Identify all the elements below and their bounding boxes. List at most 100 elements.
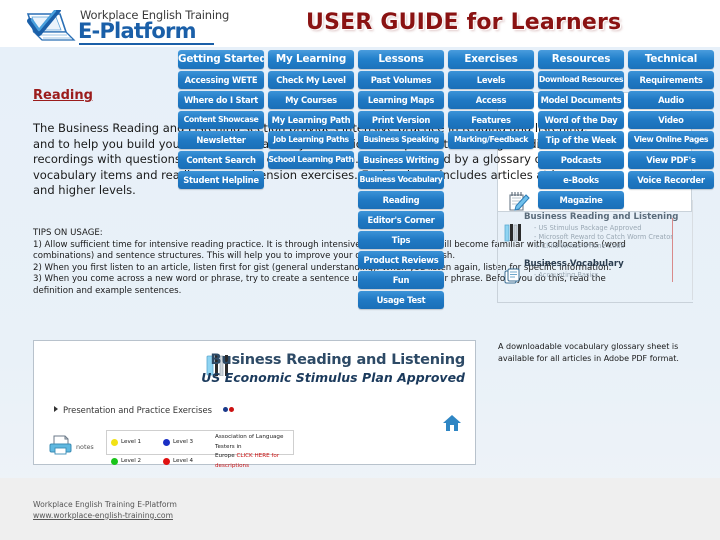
panel-list-item[interactable]: + Child Writes iPhone Code [534, 242, 692, 251]
page-footer: Workplace English Training E-Platform ww… [33, 500, 177, 521]
menu-item-my-courses[interactable]: My Courses [268, 91, 354, 109]
legend-swatch-green [111, 458, 118, 466]
menu-item-newsletter[interactable]: Newsletter [178, 131, 264, 149]
menu-item-audio[interactable]: Audio [628, 91, 714, 109]
logo-line2: E-Platform [78, 19, 196, 43]
menu-item-podcasts[interactable]: Podcasts [538, 151, 624, 169]
legend-swatch-red [163, 458, 170, 466]
legend-level-2: Level 2 [111, 452, 163, 471]
legend-swatch-blue [163, 439, 170, 447]
panel-list-item[interactable]: - Microsoft Reward to Catch Worm Creator [534, 233, 692, 242]
menu-item-access[interactable]: Access [448, 91, 534, 109]
menu-heading-exercises[interactable]: Exercises [448, 50, 534, 69]
books-icon [504, 222, 522, 249]
menu-item-student-helpline[interactable]: Student Helpline [178, 171, 264, 189]
presentation-exercises-link[interactable]: Presentation and Practice Exercises [54, 404, 235, 415]
legend-note-pre: Europe [215, 453, 237, 460]
documents-icon [504, 267, 522, 290]
menu-item-business-vocabulary[interactable]: Business Vocabulary [358, 171, 444, 189]
home-icon[interactable] [441, 413, 463, 438]
level-dot-blue [222, 407, 228, 412]
section-heading-reading: Reading [33, 88, 93, 103]
menu-column-exercises: Exercises Levels Access Features Marking… [448, 50, 534, 151]
legend-label: Level 2 [121, 457, 142, 464]
expand-triangle-icon [54, 406, 58, 412]
menu-item-my-learning-path[interactable]: My Learning Path [268, 111, 354, 129]
panel-section-title-1: Business Reading and Listening [524, 212, 679, 222]
screenshot-title: Business Reading and Listening [210, 352, 466, 368]
menu-item-accessing-wete[interactable]: Accessing WETE [178, 71, 264, 89]
legend-grid: Level 1 Level 3 Association of Language … [111, 433, 289, 471]
menu-item-tip-of-the-week[interactable]: Tip of the Week [538, 131, 624, 149]
logo-underline [79, 43, 214, 45]
menu-item-requirements[interactable]: Requirements [628, 71, 714, 89]
laptop-checkmark-logo-icon [22, 7, 80, 51]
menu-item-magazine[interactable]: Magazine [538, 191, 624, 209]
page-title: USER GUIDE for Learners [306, 10, 622, 35]
legend-level-1: Level 1 [111, 433, 163, 452]
menu-heading-technical[interactable]: Technical [628, 50, 714, 69]
menu-item-view-pdfs[interactable]: View PDF's [628, 151, 714, 169]
legend-level-4: Level 4 [163, 452, 215, 471]
notes-label: notes [76, 443, 94, 451]
legend-label: Level 1 [121, 438, 142, 445]
menu-item-features[interactable]: Features [448, 111, 534, 129]
menu-item-past-volumes[interactable]: Past Volumes [358, 71, 444, 89]
menu-item-editors-corner[interactable]: Editor's Corner [358, 211, 444, 229]
printer-icon[interactable] [48, 434, 74, 461]
menu-item-product-reviews[interactable]: Product Reviews [358, 251, 444, 269]
menu-item-business-speaking[interactable]: Business Speaking [358, 131, 444, 149]
panel-section-title-2: Business Vocabulary [524, 259, 624, 269]
menu-item-voice-recorder[interactable]: Voice Recorder [628, 171, 714, 189]
menu-item-reading[interactable]: Reading [358, 191, 444, 209]
menu-item-business-writing[interactable]: Business Writing [358, 151, 444, 169]
article-screenshot: Business Reading and Listening US Econom… [33, 340, 476, 469]
glossary-note: A downloadable vocabulary glossary sheet… [498, 342, 679, 363]
footer-org: Workplace English Training E-Platform [33, 500, 177, 509]
menu-item-print-version[interactable]: Print Version [358, 111, 444, 129]
menu-item-content-search[interactable]: Content Search [178, 151, 264, 169]
menu-item-download-resources[interactable]: Download Resources [538, 71, 624, 89]
site-panel-right-rule [692, 200, 693, 300]
legend-level-3: Level 3 [163, 433, 215, 452]
menu-item-tips[interactable]: Tips [358, 231, 444, 249]
footer-url[interactable]: www.workplace-english-training.com [33, 511, 177, 522]
site-panel-bottom-rule [497, 302, 693, 303]
screenshot-subtitle: US Economic Stimulus Plan Approved [201, 370, 465, 385]
slide-canvas: Workplace English Training E-Platform US… [0, 0, 720, 540]
menu-item-video[interactable]: Video [628, 111, 714, 129]
menu-item-fun[interactable]: Fun [358, 271, 444, 289]
page-header: Workplace English Training E-Platform US… [0, 0, 720, 47]
level-dot-red [228, 407, 234, 412]
site-panel-content: Business Reading and Listening - US Stim… [500, 212, 692, 285]
panel-list-item[interactable]: - US Stimulus Package Approved [534, 224, 692, 233]
menu-item-ebooks[interactable]: e-Books [538, 171, 624, 189]
legend-click-here-link[interactable]: CLICK HERE [236, 453, 269, 459]
legend-label: Level 4 [173, 457, 194, 464]
menu-item-levels[interactable]: Levels [448, 71, 534, 89]
menu-item-where-do-i-start[interactable]: Where do I Start [178, 91, 264, 109]
panel-list-item[interactable]: - Accounting Basics [534, 271, 692, 280]
menu-item-content-showcase[interactable]: Content Showcase [178, 111, 264, 129]
menu-column-getting-started: Getting Started Accessing WETE Where do … [178, 50, 264, 191]
menu-heading-lessons[interactable]: Lessons [358, 50, 444, 69]
menu-item-usage-test[interactable]: Usage Test [358, 291, 444, 309]
menu-heading-my-learning[interactable]: My Learning [268, 50, 354, 69]
menu-item-learning-maps[interactable]: Learning Maps [358, 91, 444, 109]
menu-column-my-learning: My Learning Check My Level My Courses My… [268, 50, 354, 171]
site-panel-left-rule [497, 212, 498, 302]
menu-item-marking-feedback[interactable]: Marking/Feedback [448, 131, 534, 149]
menu-item-view-online-pages[interactable]: View Online Pages [628, 131, 714, 149]
menu-heading-getting-started[interactable]: Getting Started [178, 50, 264, 69]
menu-item-school-learning-path[interactable]: School Learning Path [268, 151, 354, 169]
panel-section-vocabulary: Business Vocabulary - Accounting Basics [500, 259, 692, 284]
menu-item-job-learning-paths[interactable]: Job Learning Paths [268, 131, 354, 149]
exercise-label: Presentation and Practice Exercises [63, 405, 213, 415]
menu-item-word-of-the-day[interactable]: Word of the Day [538, 111, 624, 129]
menu-item-check-my-level[interactable]: Check My Level [268, 71, 354, 89]
menu-item-model-documents[interactable]: Model Documents [538, 91, 624, 109]
legend-label: Level 3 [173, 438, 194, 445]
legend-note-line2: Europe CLICK HERE for descriptions [215, 452, 289, 471]
menu-column-resources: Resources Download Resources Model Docum… [538, 50, 624, 211]
menu-heading-resources[interactable]: Resources [538, 50, 624, 69]
